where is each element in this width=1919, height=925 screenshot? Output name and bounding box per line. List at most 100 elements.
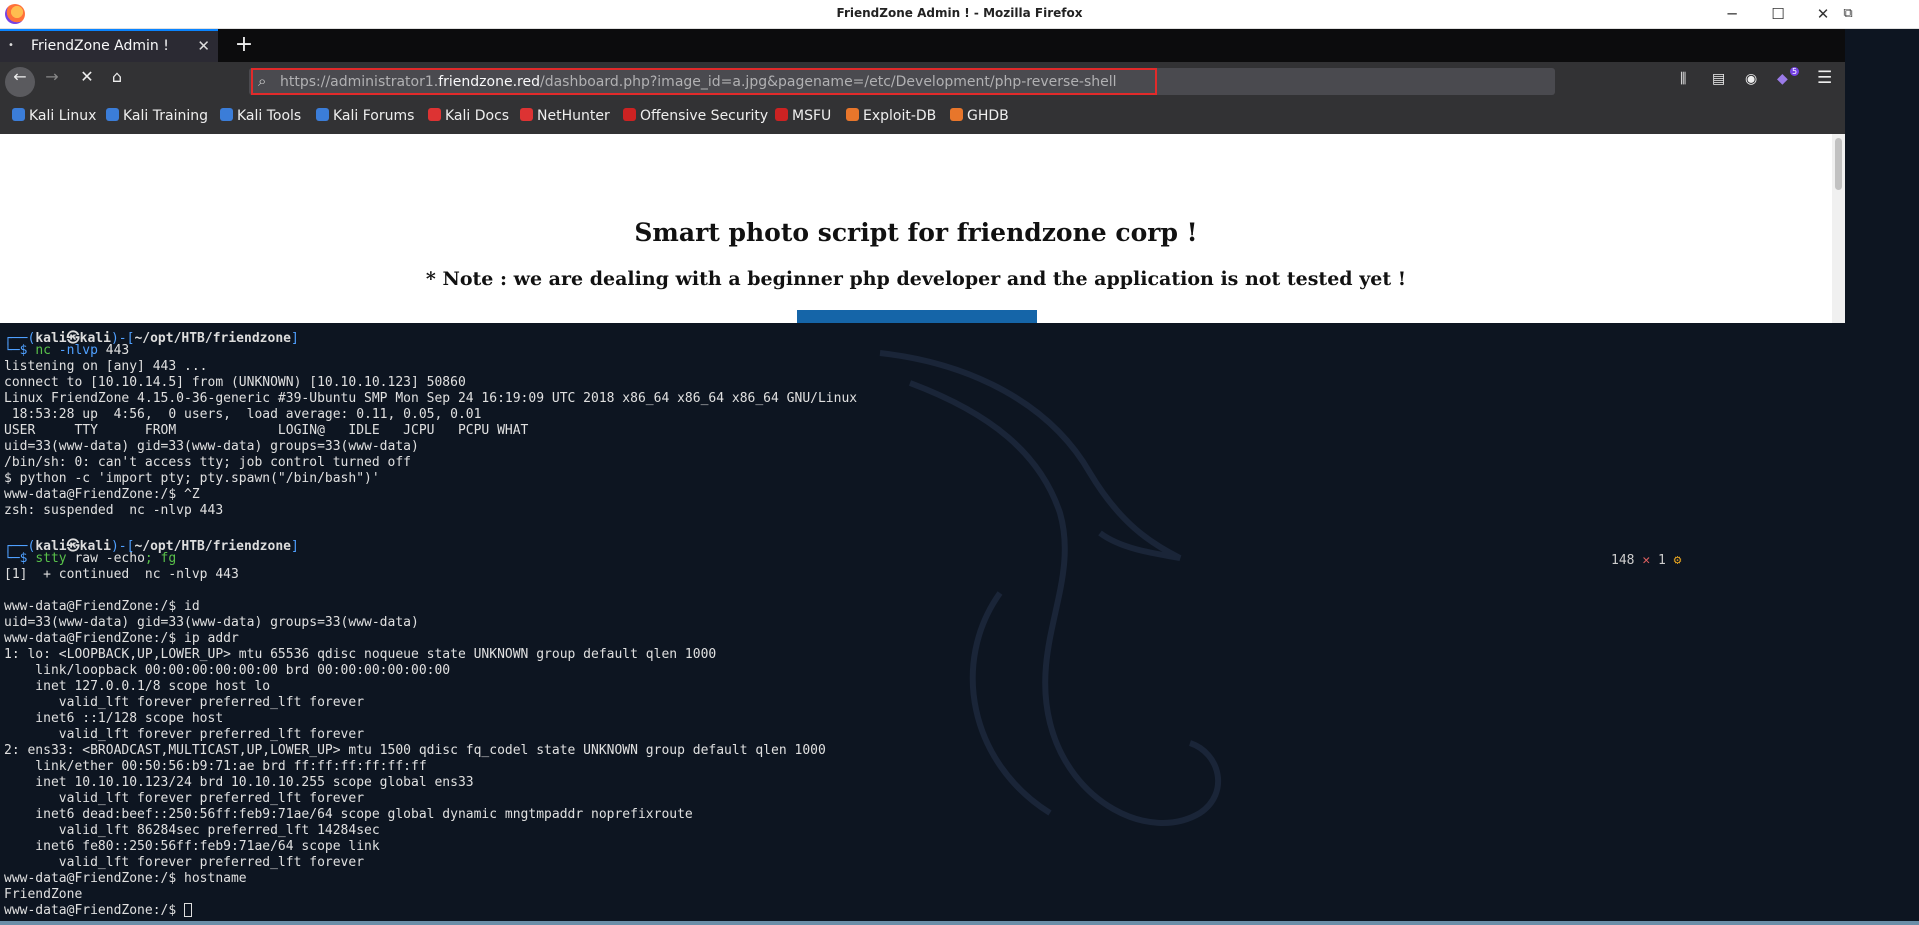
bookmark-msfu[interactable]: MSFU [775,108,831,124]
output-line: inet6 fe80::250:56ff:feb9:71ae/64 scope … [4,839,380,854]
bookmark-nethunter[interactable]: NetHunter [520,108,610,124]
nethunter-icon [520,108,533,121]
terminal-window[interactable]: ┌──(kali㉿kali)-[~/opt/HTB/friendzone] └─… [0,323,1919,925]
library-icon[interactable]: ⫼ [1680,71,1686,87]
terminal-output: ┌──(kali㉿kali)-[~/opt/HTB/friendzone] └─… [4,327,857,919]
scrollbar-thumb[interactable] [1835,138,1842,190]
home-button[interactable]: ⌂ [102,67,132,97]
output-line: valid_lft forever preferred_lft forever [4,855,365,870]
output-line: www-data@FriendZone:/$ ^Z [4,487,200,502]
page-content: Smart photo script for friendzone corp !… [0,134,1845,323]
output-line: FriendZone [4,887,83,902]
output-line: 2: ens33: <BROADCAST,MULTICAST,UP,LOWER_… [4,743,826,758]
tab-friendzone-admin[interactable]: • FriendZone Admin ! ✕ [0,29,218,62]
terminal-cursor [184,903,193,917]
title-bar: FriendZone Admin ! - Mozilla Firefox ─ ☐… [0,0,1919,29]
kali-dragon-watermark [879,350,1221,826]
output-line: USER TTY FROM LOGIN@ IDLE JCPU PCPU WHAT [4,423,529,438]
output-line: /bin/sh: 0: can't access tty; job contro… [4,455,411,470]
output-line: inet6 ::1/128 scope host [4,711,224,726]
search-icon: ⌕ [258,72,267,90]
url-host: friendzone.red [438,74,540,90]
bookmark-ghdb[interactable]: GHDB [950,108,1009,124]
kali-docs-icon [428,108,441,121]
tab-label: FriendZone Admin ! [31,38,169,54]
gear-icon: ⚙ [1673,553,1682,568]
bookmark-kali-training[interactable]: Kali Training [106,108,208,124]
extensions-icon[interactable]: ◆ [1777,71,1788,87]
bookmark-offensive-security[interactable]: Offensive Security [623,108,768,124]
forward-button[interactable]: → [37,67,67,97]
output-line: Linux FriendZone 4.15.0-36-generic #39-U… [4,391,858,406]
back-button[interactable]: ← [5,67,35,97]
loading-dot-icon: • [8,40,14,51]
page-heading: Smart photo script for friendzone corp ! [634,218,1198,247]
offsec-icon [623,108,636,121]
output-line: 1: lo: <LOOPBACK,UP,LOWER_UP> mtu 65536 … [4,647,717,662]
bookmark-exploit-db[interactable]: Exploit-DB [846,108,936,124]
page-scrollbar[interactable] [1832,134,1845,323]
extensions-badge: 5 [1790,67,1800,76]
url-path: /dashboard.php?image_id=a.jpg&pagename=/… [539,74,1117,90]
url-bar[interactable]: ⌕ https://administrator1.friendzone.red/… [249,68,1555,95]
output-line: valid_lft forever preferred_lft forever [4,727,365,742]
error-x-icon: ✕ [1642,553,1651,568]
url-prefix: https://administrator1. [280,74,439,90]
kali-bookmark-icon [12,108,25,121]
page-image-top [797,310,1037,323]
output-line: valid_lft 86284sec preferred_lft 14284se… [4,823,380,838]
sidebar-icon[interactable]: ▤ [1712,71,1725,87]
ghdb-icon [950,108,963,121]
active-prompt-line[interactable]: www-data@FriendZone:/$ [4,903,857,919]
prompt-line: ┌──(kali㉿kali)-[~/opt/HTB/friendzone] [4,331,299,346]
output-line: 18:53:28 up 4:56, 0 users, load average:… [4,407,482,422]
bookmark-kali-linux[interactable]: Kali Linux [12,108,96,124]
output-line: uid=33(www-data) gid=33(www-data) groups… [4,439,419,454]
exploit-db-icon [846,108,859,121]
restore-icon[interactable]: ⧉ [1833,2,1863,26]
output-line: listening on [any] 443 ... [4,359,208,374]
output-line: inet 127.0.0.1/8 scope host lo [4,679,271,694]
maximize-button[interactable]: ☐ [1758,2,1798,26]
close-tab-button[interactable]: ✕ [197,37,210,55]
output-line: valid_lft forever preferred_lft forever [4,791,365,806]
url-text[interactable]: https://administrator1.friendzone.red/da… [280,74,1117,90]
right-prompt: 148 ✕ 1 ⚙ [1611,553,1682,568]
stop-button[interactable]: ✕ [72,67,102,97]
bookmark-kali-forums[interactable]: Kali Forums [316,108,414,124]
output-line: zsh: suspended nc -nlvp 443 [4,503,224,518]
prompt-line: ┌──(kali㉿kali)-[~/opt/HTB/friendzone] [4,539,299,554]
output-line: www-data@FriendZone:/$ id [4,599,200,614]
command-line: └─$ stty raw -echo; fg [4,551,177,566]
account-icon[interactable]: ◉ [1745,71,1757,87]
output-line: connect to [10.10.14.5] from (UNKNOWN) [… [4,375,466,390]
output-line: link/ether 00:50:56:b9:71:ae brd ff:ff:f… [4,759,427,774]
output-line: www-data@FriendZone:/$ ip addr [4,631,239,646]
minimize-button[interactable]: ─ [1712,2,1752,26]
output-line: [1] + continued nc -nlvp 443 [4,567,239,582]
kali-bookmark-icon [220,108,233,121]
output-line: inet 10.10.10.123/24 brd 10.10.10.255 sc… [4,775,474,790]
msfu-icon [775,108,788,121]
output-line: $ python -c 'import pty; pty.spawn("/bin… [4,471,380,486]
terminal-bottom-bar [0,921,1919,925]
output-line: link/loopback 00:00:00:00:00:00 brd 00:0… [4,663,451,678]
navigation-toolbar: ← → ✕ ⌂ ⌕ https://administrator1.friendz… [0,62,1845,101]
output-line: valid_lft forever preferred_lft forever [4,695,365,710]
bookmark-kali-docs[interactable]: Kali Docs [428,108,509,124]
menu-icon[interactable]: ☰ [1817,68,1832,88]
kali-bookmark-icon [106,108,119,121]
bookmark-kali-tools[interactable]: Kali Tools [220,108,301,124]
firefox-window: FriendZone Admin ! - Mozilla Firefox ─ ☐… [0,0,1919,323]
page-note: * Note : we are dealing with a beginner … [425,268,1407,290]
bookmarks-toolbar: Kali Linux Kali Training Kali Tools Kali… [0,101,1845,134]
new-tab-button[interactable]: + [230,31,258,59]
tab-bar: • FriendZone Admin ! ✕ + [0,29,1845,62]
url-highlight-box: ⌕ https://administrator1.friendzone.red/… [251,68,1157,95]
kali-bookmark-icon [316,108,329,121]
output-line: www-data@FriendZone:/$ hostname [4,871,247,886]
output-line: inet6 dead:beef::250:56ff:feb9:71ae/64 s… [4,807,693,822]
window-title: FriendZone Admin ! - Mozilla Firefox [836,6,1083,20]
